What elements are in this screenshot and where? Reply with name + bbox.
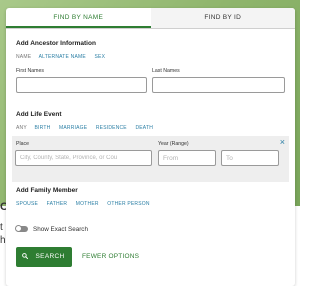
search-tabs: FIND BY NAME FIND BY ID xyxy=(6,8,295,29)
tab-find-by-name[interactable]: FIND BY NAME xyxy=(6,8,151,28)
background-text-fragment-1: t xyxy=(0,222,3,233)
place-input[interactable] xyxy=(15,150,152,166)
last-names-input[interactable] xyxy=(152,77,285,93)
search-icon xyxy=(22,253,28,259)
mother-link[interactable]: MOTHER xyxy=(76,201,99,207)
alternate-name-link[interactable]: ALTERNATE NAME xyxy=(39,54,86,60)
year-to-input[interactable] xyxy=(221,150,279,166)
father-link[interactable]: FATHER xyxy=(47,201,68,207)
toggle-knob xyxy=(15,225,22,232)
ancestor-section-title: Add Ancestor Information xyxy=(16,40,96,47)
life-event-section-title: Add Life Event xyxy=(16,111,62,118)
residence-link[interactable]: RESIDENCE xyxy=(96,125,127,131)
last-names-label: Last Names xyxy=(152,68,180,74)
search-button-label: SEARCH xyxy=(35,253,65,260)
name-label: NAME xyxy=(16,54,32,60)
close-icon[interactable]: × xyxy=(280,137,285,147)
search-form-card: FIND BY NAME FIND BY ID Add Ancestor Inf… xyxy=(6,8,295,286)
first-names-label: First Names xyxy=(16,68,44,74)
life-event-options: ANY BIRTH MARRIAGE RESIDENCE DEATH xyxy=(16,125,160,131)
background-text-fragment-2: h xyxy=(0,235,6,246)
other-person-link[interactable]: OTHER PERSON xyxy=(107,201,149,207)
family-options: SPOUSE FATHER MOTHER OTHER PERSON xyxy=(16,201,157,207)
spouse-link[interactable]: SPOUSE xyxy=(16,201,38,207)
exact-search-label: Show Exact Search xyxy=(33,226,88,233)
year-from-input[interactable] xyxy=(158,150,216,166)
fewer-options-link[interactable]: FEWER OPTIONS xyxy=(82,253,139,260)
place-label: Place xyxy=(16,141,29,147)
birth-link[interactable]: BIRTH xyxy=(34,125,50,131)
family-section-title: Add Family Member xyxy=(16,187,78,194)
any-label: ANY xyxy=(16,125,27,131)
exact-search-toggle[interactable] xyxy=(15,225,28,232)
year-range-label: Year (Range) xyxy=(158,141,189,147)
sex-link[interactable]: SEX xyxy=(95,54,106,60)
first-names-input[interactable] xyxy=(16,77,147,93)
search-button[interactable]: SEARCH xyxy=(16,247,72,267)
tab-find-by-id[interactable]: FIND BY ID xyxy=(150,8,295,28)
life-event-place-panel: Place Year (Range) × xyxy=(12,136,289,182)
ancestor-options: NAME ALTERNATE NAME SEX xyxy=(16,54,112,60)
marriage-link[interactable]: MARRIAGE xyxy=(59,125,87,131)
death-link[interactable]: DEATH xyxy=(135,125,153,131)
